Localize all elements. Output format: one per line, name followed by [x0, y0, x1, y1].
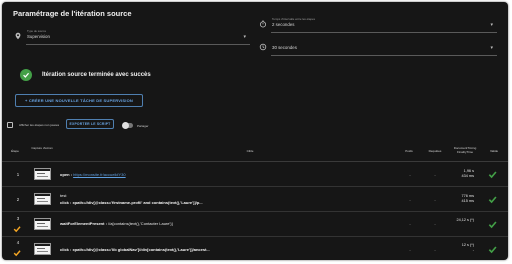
- field-underline: [26, 44, 250, 45]
- success-message: Itération source terminée avec succès: [42, 72, 151, 78]
- chevron-down-icon: ▾: [490, 45, 493, 51]
- thumb-header: [35, 244, 50, 246]
- thumb-header: [35, 194, 50, 196]
- run-type-label: Type de source: [27, 29, 47, 33]
- duration-value: 776 ms 415 ms: [446, 194, 474, 204]
- poids-value: -: [409, 197, 411, 202]
- screenshot-thumbnail[interactable]: [34, 168, 51, 180]
- run-type-select[interactable]: Type de source Supervision ▾: [14, 29, 250, 45]
- col-duration: DocumentTiming FinalityTime: [453, 146, 477, 154]
- duration-sub: 434 ms: [461, 174, 474, 178]
- step-command: test click : xpath=//div[@class='firstna…: [60, 192, 203, 206]
- step-number: 1: [16, 172, 20, 177]
- timeout-select[interactable]: 30 secondes ▾: [259, 40, 497, 56]
- poids-value: -: [409, 172, 411, 177]
- thumb-line: [37, 251, 48, 252]
- command-text: click : xpath=//div[@class='firstname-pr…: [60, 200, 203, 205]
- duration-main: 12 s (*): [461, 243, 474, 247]
- check-icon: [488, 171, 497, 179]
- col-step: Étape: [11, 149, 19, 153]
- command-text: click : xpath=//div[@class='lib globalNa…: [60, 247, 210, 252]
- thumb-header: [35, 169, 50, 171]
- step-number: 2: [16, 197, 20, 202]
- col-valide: Valide: [489, 149, 499, 153]
- thumb-line: [37, 248, 45, 249]
- step-number: 4: [16, 240, 20, 245]
- requetes-value: -: [434, 172, 436, 177]
- duration-value: 12 s (*) -: [446, 243, 474, 253]
- command-text: //a[contains(text(),'Contacter Laure')]: [108, 221, 173, 226]
- thumb-line: [37, 173, 45, 174]
- interval-value: 2 secondes: [272, 22, 295, 27]
- warning-icon: [13, 250, 21, 257]
- duration-sub: 415 ms: [461, 199, 474, 203]
- table-row[interactable]: 4 click : xpath=//div[@class='lib global…: [2, 238, 508, 260]
- check-circle-icon: [20, 69, 32, 81]
- step-command: click : xpath=//div[@class='lib globalNa…: [60, 247, 210, 252]
- command-keyword: open :: [60, 172, 72, 177]
- table-header: Étape Capture d'écran Cible Poids Requêt…: [2, 143, 508, 162]
- field-underline: [271, 55, 497, 56]
- check-icon: [488, 221, 497, 229]
- interval-label: Temps d'intervalle entre les étapes: [272, 17, 315, 21]
- duration-value: 1,96 s 434 ms: [446, 169, 474, 179]
- duration-main: 1,96 s: [463, 169, 474, 173]
- app-window: Paramétrage de l'itération source Type d…: [2, 2, 508, 260]
- toggle-knob[interactable]: [122, 122, 129, 129]
- show-unplayed-steps-label: Afficher les étapes non jouées: [19, 123, 60, 127]
- thumb-header: [35, 219, 50, 221]
- screenshot-thumbnail[interactable]: [34, 243, 51, 255]
- duration-main: 776 ms: [461, 194, 474, 198]
- col-cible: Cible: [246, 149, 254, 153]
- thumb-line: [37, 201, 48, 202]
- run-type-value: Supervision: [27, 34, 50, 39]
- share-toggle[interactable]: [122, 122, 133, 129]
- command-keyword: waitForElementPresent :: [60, 221, 107, 226]
- command-note: test: [60, 193, 67, 198]
- col-requetes: Requêtes: [428, 149, 442, 153]
- page-title: Paramétrage de l'itération source: [13, 9, 132, 18]
- duration-value: 24,12 s (*): [446, 218, 474, 223]
- chevron-down-icon: ▾: [490, 22, 493, 28]
- requetes-value: -: [434, 197, 436, 202]
- command-link[interactable]: https://monsite.fr/accueil#Y30: [73, 172, 125, 177]
- duration-main: 24,12 s (*): [456, 218, 474, 222]
- table-row[interactable]: 2 test click : xpath=//div[@class='first…: [2, 188, 508, 212]
- create-supervision-task-button[interactable]: + CRÉER UNE NOUVELLE TÂCHE DE SUPERVISIO…: [15, 94, 143, 107]
- check-icon: [488, 196, 497, 204]
- step-command: open : https://monsite.fr/accueil#Y30: [60, 172, 126, 177]
- requetes-value: -: [434, 221, 436, 226]
- show-unplayed-steps-checkbox[interactable]: [7, 122, 13, 128]
- warning-icon: [13, 226, 21, 233]
- poids-value: -: [409, 247, 411, 252]
- table-row[interactable]: 3 waitForElementPresent : //a[contains(t…: [2, 213, 508, 237]
- success-banner: Itération source terminée avec succès: [20, 68, 151, 82]
- col-capture: Capture d'écran: [31, 146, 53, 150]
- map-pin-icon: [15, 32, 21, 40]
- thumb-line: [37, 223, 45, 224]
- requetes-value: -: [434, 247, 436, 252]
- screenshot-thumbnail[interactable]: [34, 218, 51, 230]
- step-number: 3: [16, 216, 20, 221]
- check-icon: [488, 246, 497, 254]
- chevron-down-icon: ▾: [243, 34, 246, 40]
- timer-icon: [259, 20, 267, 28]
- interval-select[interactable]: Temps d'intervalle entre les étapes 2 se…: [259, 17, 497, 33]
- thumb-line: [37, 198, 45, 199]
- poids-value: -: [409, 221, 411, 226]
- timeout-value: 30 secondes: [272, 45, 297, 50]
- screenshot-thumbnail[interactable]: [34, 193, 51, 205]
- export-script-button[interactable]: EXPORTER LE SCRIPT: [66, 119, 114, 129]
- thumb-line: [37, 176, 48, 177]
- show-unplayed-steps-option[interactable]: Afficher les étapes non jouées: [7, 122, 59, 128]
- clock-icon: [259, 43, 267, 51]
- thumb-line: [37, 226, 48, 227]
- step-command: waitForElementPresent : //a[contains(tex…: [60, 221, 173, 226]
- field-underline: [271, 32, 497, 33]
- duration-sub: -: [472, 248, 474, 252]
- col-poids: Poids: [405, 149, 413, 153]
- table-row[interactable]: 1 open : https://monsite.fr/accueil#Y30 …: [2, 163, 508, 187]
- share-toggle-label: Partager: [137, 124, 149, 128]
